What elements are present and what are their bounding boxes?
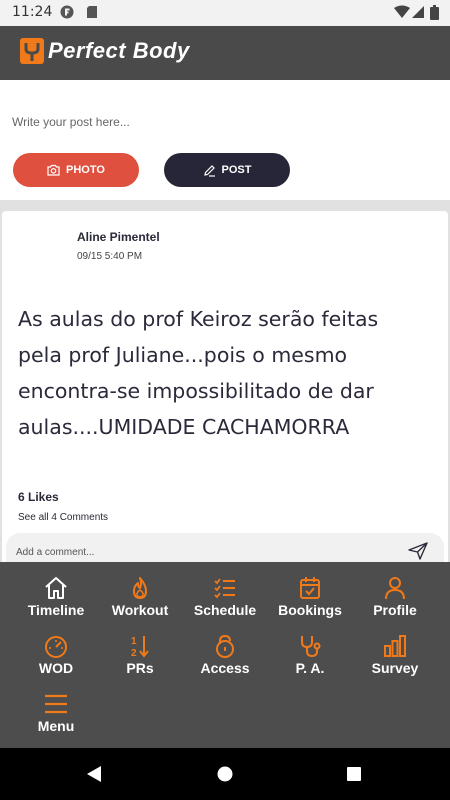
nav-label: Menu — [37, 718, 75, 734]
app-notification-icon — [60, 5, 74, 19]
post-button-label: POST — [221, 164, 252, 176]
home-icon — [45, 577, 67, 599]
svg-text:1: 1 — [131, 636, 137, 647]
wifi-icon — [394, 5, 410, 18]
comment-input[interactable] — [16, 544, 376, 560]
sd-card-icon — [87, 6, 97, 18]
status-bar: 11:24 — [0, 0, 450, 26]
nav-label: Bookings — [278, 602, 342, 618]
nav-label: Access — [200, 660, 250, 676]
nav-item-access[interactable]: Access — [180, 634, 270, 676]
nav-item-menu[interactable]: Menu — [11, 692, 101, 734]
calendar-check-icon — [300, 577, 320, 599]
photo-button[interactable]: PHOTO — [13, 153, 139, 187]
person-icon — [385, 577, 405, 600]
logo-icon — [20, 38, 44, 64]
see-all-comments-link[interactable]: See all 4 Comments — [18, 512, 108, 523]
likes-count[interactable]: 6 Likes — [18, 490, 59, 504]
nav-item-workout[interactable]: Workout — [95, 576, 185, 618]
lock-icon — [216, 634, 234, 658]
flame-icon — [133, 577, 147, 599]
svg-text:2: 2 — [131, 648, 137, 658]
bar-chart-icon — [384, 635, 406, 657]
send-icon[interactable] — [408, 542, 428, 560]
camera-icon — [47, 164, 60, 176]
back-icon[interactable] — [86, 765, 102, 783]
status-time: 11:24 — [12, 4, 53, 20]
nav-label: Profile — [373, 602, 417, 618]
cellular-signal-icon — [412, 6, 424, 18]
nav-label: Timeline — [27, 602, 85, 618]
sort-numeric-icon: 1 2 — [131, 636, 149, 658]
system-navigation-bar — [0, 748, 450, 800]
nav-item-survey[interactable]: Survey — [350, 634, 440, 676]
post-card: Aline Pimentel 09/15 5:40 PM As aulas do… — [2, 211, 448, 562]
nav-label: P. A. — [295, 660, 325, 676]
comment-box — [6, 533, 444, 562]
nav-item-timeline[interactable]: Timeline — [11, 576, 101, 618]
stethoscope-icon — [301, 636, 321, 658]
nav-label: Schedule — [193, 602, 257, 618]
post-composer: PHOTO POST — [0, 80, 450, 200]
nav-item-wod[interactable]: WOD — [11, 634, 101, 676]
hamburger-icon — [45, 694, 67, 714]
app-header: Perfect Body — [0, 26, 450, 80]
timeline-feed[interactable]: Aline Pimentel 09/15 5:40 PM As aulas do… — [0, 200, 450, 562]
recents-icon[interactable] — [346, 766, 362, 782]
nav-item-prs[interactable]: 1 2 PRs — [95, 634, 185, 676]
nav-item-profile[interactable]: Profile — [350, 576, 440, 618]
nav-item-bookings[interactable]: Bookings — [265, 576, 355, 618]
nav-item-pa[interactable]: P. A. — [265, 634, 355, 676]
nav-label: WOD — [38, 660, 74, 676]
post-author[interactable]: Aline Pimentel — [77, 230, 160, 244]
post-text: As aulas do prof Keiroz serão feitas pel… — [18, 307, 379, 439]
post-date: 09/15 5:40 PM — [77, 251, 143, 262]
post-button[interactable]: POST — [164, 153, 290, 187]
checklist-icon — [214, 578, 235, 599]
app-title: Perfect Body — [48, 38, 190, 63]
pencil-icon — [203, 164, 215, 177]
battery-icon — [430, 5, 439, 20]
post-input[interactable] — [12, 112, 438, 132]
home-button-icon[interactable] — [217, 766, 233, 782]
photo-button-label: PHOTO — [66, 164, 105, 176]
nav-item-schedule[interactable]: Schedule — [180, 576, 270, 618]
nav-label: Survey — [371, 660, 419, 676]
nav-label: Workout — [111, 602, 169, 618]
bottom-navigation: Timeline Workout Schedule Bookings Profi… — [0, 562, 450, 748]
nav-label: PRs — [126, 660, 154, 676]
gauge-icon — [45, 636, 67, 658]
